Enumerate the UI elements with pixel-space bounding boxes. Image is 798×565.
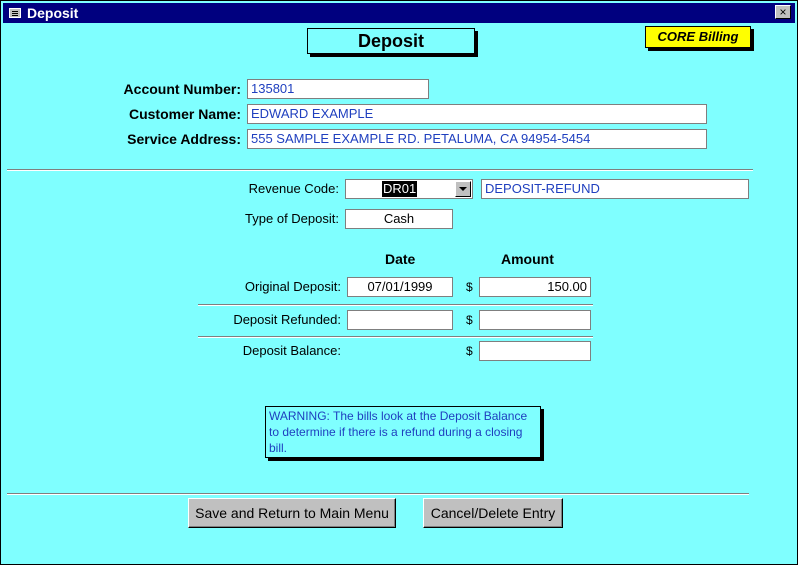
core-billing-badge: CORE Billing: [645, 26, 751, 48]
original-deposit-label: Original Deposit:: [244, 279, 341, 294]
divider: [198, 336, 593, 338]
customer-name-label: Customer Name:: [128, 106, 241, 122]
close-icon[interactable]: ×: [775, 5, 791, 19]
divider: [7, 169, 753, 171]
deposit-refunded-amount[interactable]: [479, 310, 591, 330]
save-return-button[interactable]: Save and Return to Main Menu: [188, 498, 396, 528]
account-number-label: Account Number:: [123, 81, 241, 97]
chevron-down-icon[interactable]: [455, 181, 471, 197]
revenue-code-label: Revenue Code:: [248, 181, 339, 196]
account-number-field[interactable]: 135801: [247, 79, 429, 99]
currency-symbol: $: [466, 280, 473, 294]
original-deposit-date[interactable]: 07/01/1999: [347, 277, 453, 297]
service-address-label: Service Address:: [127, 131, 241, 147]
amount-column-header: Amount: [501, 251, 554, 267]
deposit-refunded-date[interactable]: [347, 310, 453, 330]
original-deposit-amount[interactable]: 150.00: [479, 277, 591, 297]
revenue-code-dropdown[interactable]: DR01: [345, 179, 473, 199]
customer-name-field[interactable]: EDWARD EXAMPLE: [247, 104, 707, 124]
deposit-type-field[interactable]: Cash: [345, 209, 453, 229]
service-address-field[interactable]: 555 SAMPLE EXAMPLE RD. PETALUMA, CA 9495…: [247, 129, 707, 149]
deposit-balance-amount[interactable]: [479, 341, 591, 361]
deposit-refunded-label: Deposit Refunded:: [233, 312, 341, 327]
warning-note: WARNING: The bills look at the Deposit B…: [265, 406, 541, 458]
date-column-header: Date: [385, 251, 416, 267]
deposit-type-label: Type of Deposit:: [245, 211, 339, 226]
window-title: Deposit: [27, 5, 79, 21]
title-bar: Deposit ×: [3, 3, 795, 23]
form-heading: Deposit: [307, 28, 475, 54]
deposit-window: Deposit × Deposit CORE Billing Account N…: [0, 0, 798, 565]
deposit-balance-label: Deposit Balance:: [242, 343, 341, 358]
revenue-code-description[interactable]: DEPOSIT-REFUND: [481, 179, 749, 199]
currency-symbol: $: [466, 344, 473, 358]
divider: [198, 304, 593, 306]
currency-symbol: $: [466, 313, 473, 327]
cancel-delete-button[interactable]: Cancel/Delete Entry: [423, 498, 563, 528]
form-icon: [9, 8, 21, 18]
divider: [7, 493, 749, 495]
revenue-code-value: DR01: [382, 181, 418, 197]
